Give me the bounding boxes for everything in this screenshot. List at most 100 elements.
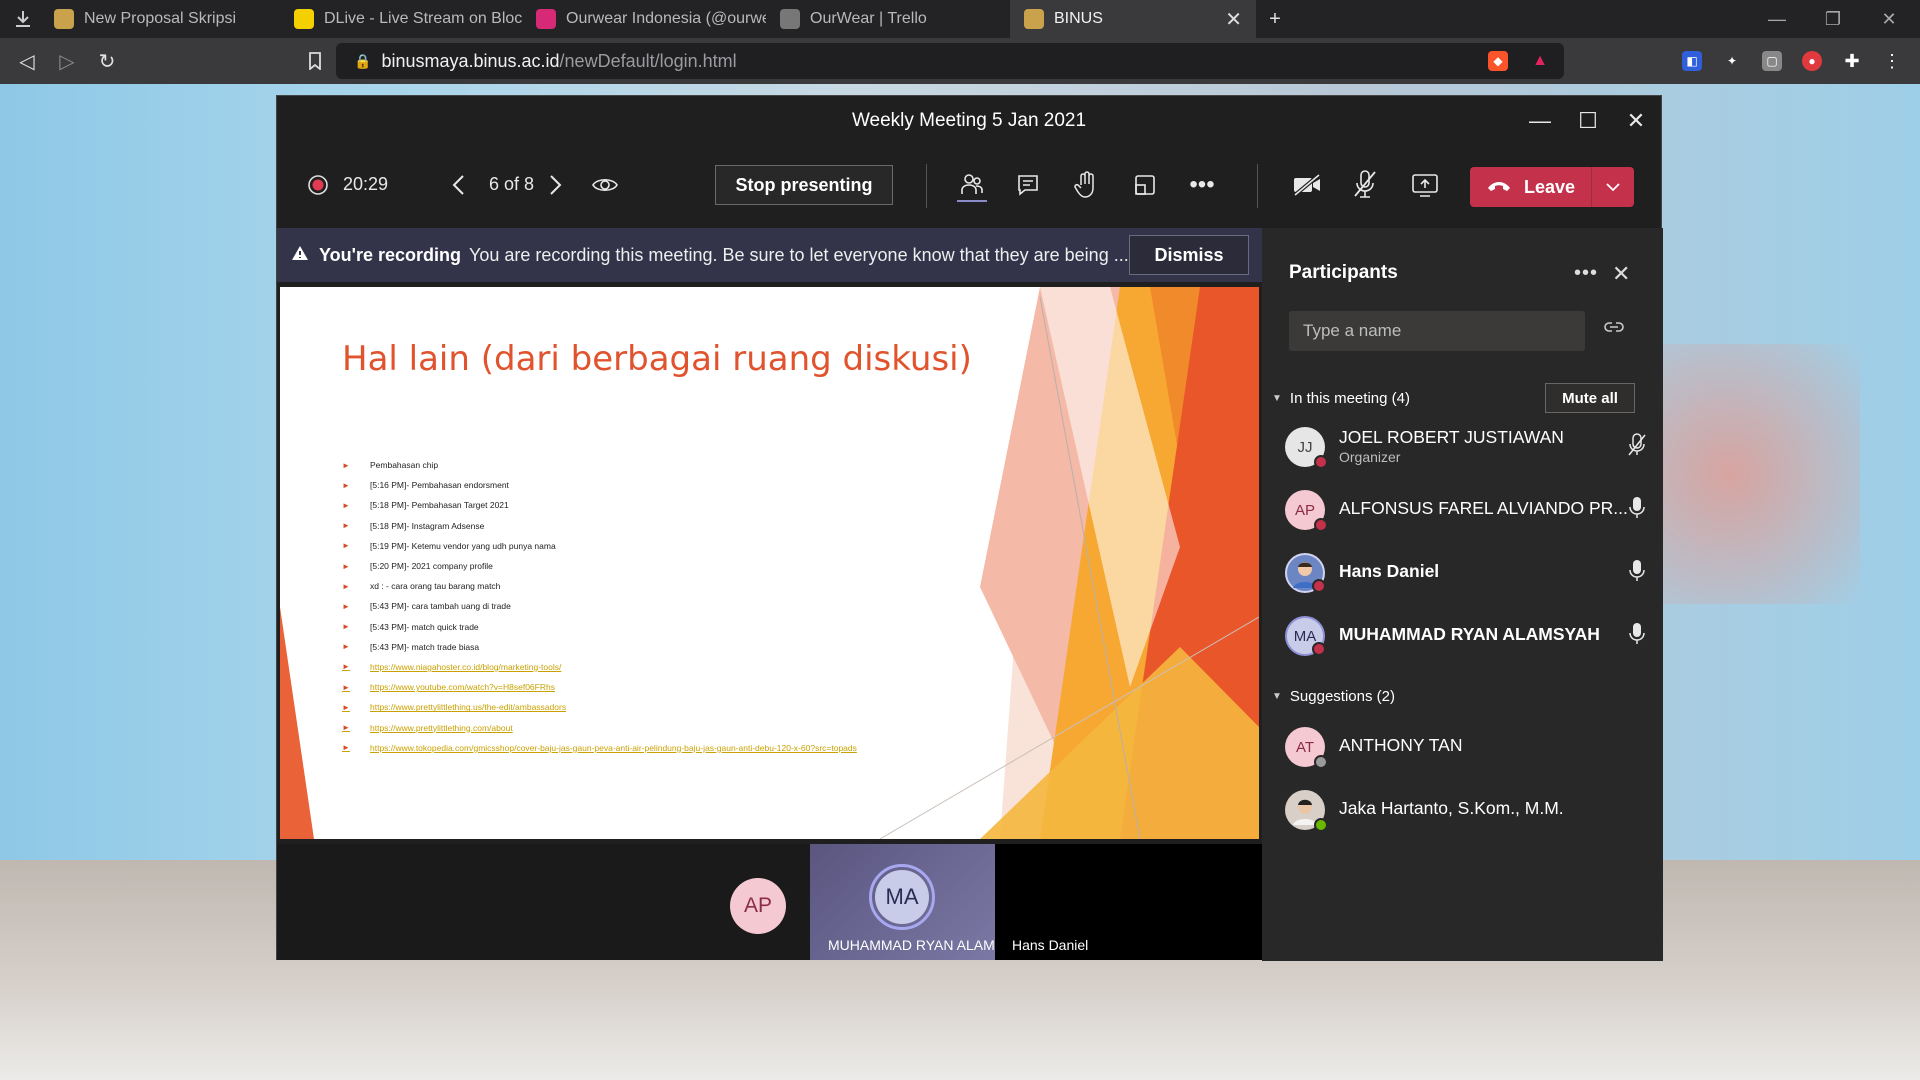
collapse-caret-icon: ▼	[1272, 393, 1282, 404]
tab-ourwear-instagram[interactable]: Ourwear Indonesia (@ourwear_id) • Fo	[522, 0, 766, 38]
tab-title: New Proposal Skripsi	[84, 10, 237, 27]
phone-hangup-icon	[1486, 177, 1512, 198]
avatar-initials: MA	[1293, 627, 1317, 645]
slide-link[interactable]: https://www.prettylittlething.com/about	[342, 717, 857, 737]
close-panel-icon[interactable]: ✕	[1612, 261, 1630, 287]
mic-icon	[1627, 496, 1647, 525]
tab-title: OurWear | Trello	[810, 10, 927, 27]
extension-square-icon[interactable]: ▢	[1762, 51, 1782, 71]
extensions-puzzle-icon[interactable]: ✚	[1842, 51, 1862, 71]
close-tab-icon[interactable]: ✕	[1225, 7, 1242, 32]
next-slide-icon[interactable]	[543, 172, 569, 198]
address-bar[interactable]: 🔒 binusmaya.binus.ac.id/newDefault/login…	[336, 43, 1564, 79]
participants-icon[interactable]	[957, 168, 987, 202]
tab-title: Ourwear Indonesia (@ourwear_id) • Fo	[566, 10, 766, 27]
previous-slide-icon[interactable]	[445, 172, 471, 198]
participant-row[interactable]: JJ JOEL ROBERT JUSTIAWAN Organizer	[1285, 423, 1655, 473]
mute-all-button[interactable]: Mute all	[1545, 383, 1635, 413]
forward-icon[interactable]: ▷	[52, 46, 82, 76]
restore-icon[interactable]: ❐	[1803, 0, 1863, 38]
share-screen-icon[interactable]	[1410, 170, 1440, 200]
tab-new-proposal[interactable]: New Proposal Skripsi	[40, 0, 280, 38]
avatar: MA	[875, 870, 929, 924]
suggestion-row[interactable]: Jaka Hartanto, S.Kom., M.M.	[1285, 786, 1655, 836]
tab-title: BINUS	[1054, 10, 1103, 27]
camera-off-icon[interactable]	[1291, 170, 1323, 200]
slide-counter: 6 of 8	[489, 174, 535, 194]
more-options-icon[interactable]: •••	[1574, 262, 1598, 285]
video-tile-muhammad[interactable]: MA MUHAMMAD RYAN ALAM...	[810, 844, 1006, 960]
slide-bullet: [5:43 PM]- match quick trade	[342, 617, 857, 637]
avatar: AP	[1285, 490, 1328, 532]
recording-banner-message: You are recording this meeting. Be sure …	[468, 244, 1129, 265]
close-window-icon[interactable]: ✕	[1859, 0, 1919, 38]
avatar: MA	[1285, 616, 1326, 656]
in-meeting-section-header[interactable]: ▼ In this meeting (4)	[1272, 390, 1410, 407]
avatar-initials: JJ	[1297, 438, 1313, 456]
minimize-icon[interactable]: —	[1747, 0, 1807, 38]
suggestions-section-header[interactable]: ▼ Suggestions (2)	[1272, 688, 1395, 705]
chevron-down-icon[interactable]	[1592, 182, 1634, 192]
brave-rewards-icon[interactable]: ▲	[1530, 51, 1550, 71]
back-icon[interactable]: ◁	[12, 46, 42, 76]
slide-link[interactable]: https://www.niagahoster.co.id/blog/marke…	[342, 657, 857, 677]
slide-bullet-list: Pembahasan chip [5:16 PM]- Pembahasan en…	[342, 455, 857, 758]
tab-binus[interactable]: BINUS ✕	[1010, 0, 1256, 38]
raise-hand-icon[interactable]	[1073, 170, 1099, 200]
tab-favicon	[536, 9, 556, 29]
suggestions-label: Suggestions (2)	[1289, 688, 1395, 705]
slide-link[interactable]: https://www.tokopedia.com/gmicsshop/cove…	[342, 738, 857, 758]
meeting-minimize-icon[interactable]: —	[1515, 96, 1565, 146]
slide-bullet: [5:19 PM]- Ketemu vendor yang udh punya …	[342, 536, 857, 556]
leave-main[interactable]: Leave	[1470, 167, 1592, 207]
tab-dlive[interactable]: DLive - Live Stream on Blockchain	[280, 0, 522, 38]
slide-bullet: Pembahasan chip	[342, 455, 857, 475]
avatar[interactable]: AP	[730, 878, 786, 934]
participant-row[interactable]: MA MUHAMMAD RYAN ALAMSYAH	[1285, 612, 1655, 662]
avatar: JJ	[1285, 427, 1328, 469]
extension-bird-icon[interactable]: ✦	[1722, 51, 1742, 71]
avatar-initials: AP	[1294, 501, 1315, 519]
video-tile-hans[interactable]: Hans Daniel	[995, 844, 1262, 960]
slide-title: Hal lain (dari berbagai ruang diskusi)	[342, 339, 972, 379]
reload-icon[interactable]: ↻	[92, 46, 122, 76]
brave-shield-icon[interactable]: ◆	[1488, 51, 1508, 71]
chat-icon[interactable]	[1015, 172, 1041, 198]
extension-shield-icon[interactable]: ◧	[1682, 51, 1702, 71]
slide-bullet: [5:18 PM]- Instagram Adsense	[342, 516, 857, 536]
breakout-rooms-icon[interactable]	[1132, 172, 1158, 198]
eye-icon[interactable]	[591, 172, 619, 198]
meeting-maximize-icon[interactable]: ☐	[1563, 96, 1613, 146]
speaking-ring: MA	[869, 864, 935, 930]
participant-search-input[interactable]: Type a name	[1289, 311, 1585, 351]
tab-favicon	[294, 9, 314, 29]
mic-muted-icon[interactable]	[1350, 168, 1380, 200]
new-tab-icon[interactable]: +	[1260, 4, 1290, 34]
tab-favicon	[1024, 9, 1044, 29]
leave-button[interactable]: Leave	[1470, 167, 1634, 207]
meeting-close-icon[interactable]: ✕	[1611, 96, 1661, 146]
bookmark-icon[interactable]	[300, 46, 330, 76]
warning-icon	[291, 245, 309, 266]
status-dot	[1314, 455, 1328, 469]
dismiss-button[interactable]: Dismiss	[1129, 235, 1249, 275]
stop-presenting-button[interactable]: Stop presenting	[715, 165, 893, 205]
downloads-icon[interactable]	[8, 4, 38, 34]
participant-row[interactable]: AP ALFONSUS FAREL ALVIANDO PR...	[1285, 486, 1655, 536]
participant-row[interactable]: Hans Daniel	[1285, 549, 1655, 599]
meeting-timer: 20:29	[343, 174, 389, 194]
slide-link[interactable]: https://www.youtube.com/watch?v=H8sef06F…	[342, 677, 857, 697]
more-actions-icon[interactable]: •••	[1187, 170, 1217, 200]
tab-trello[interactable]: OurWear | Trello	[766, 0, 1010, 38]
slide-link[interactable]: https://www.prettylittlething.us/the-edi…	[342, 697, 857, 717]
toolbar-divider	[1257, 164, 1258, 208]
meeting-toolbar: 20:29 6 of 8 Stop presenting ••• Leave	[277, 146, 1663, 228]
participants-panel: Participants ••• ✕ Type a name ▼ In this…	[1262, 228, 1663, 961]
extension-s-icon[interactable]: ●	[1802, 51, 1822, 71]
share-link-icon[interactable]	[1604, 318, 1624, 339]
video-strip: AP MA MUHAMMAD RYAN ALAM... Hans Daniel	[277, 844, 1262, 960]
suggestion-row[interactable]: AT ANTHONY TAN	[1285, 723, 1655, 773]
tab-title: DLive - Live Stream on Blockchain	[324, 10, 522, 27]
browser-menu-icon[interactable]: ⋮	[1882, 51, 1902, 71]
status-dot	[1312, 579, 1326, 593]
